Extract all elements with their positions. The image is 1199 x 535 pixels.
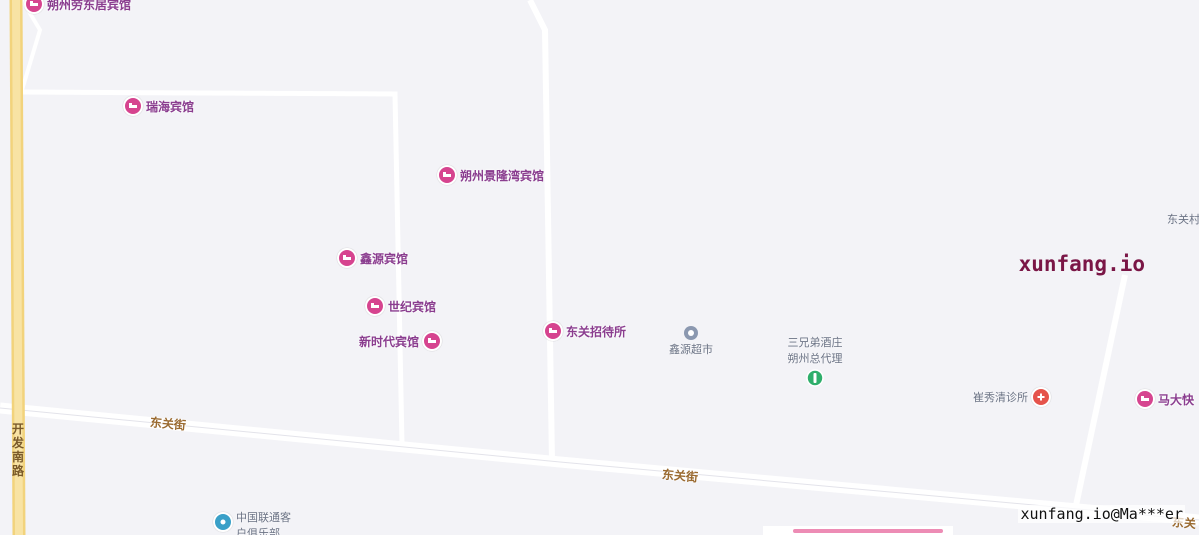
poi-label: 朔州劳东居宾馆 <box>47 0 132 12</box>
poi-hotel[interactable]: 世纪宾馆 <box>365 296 436 316</box>
local-road-vertical <box>527 0 555 463</box>
hotel-icon <box>123 96 143 116</box>
poi-label: 鑫源超市 <box>669 343 713 356</box>
poi-label: 新时代宾馆 <box>359 334 420 349</box>
hotel-icon <box>1135 389 1155 409</box>
road-label-east-street: 东关街 <box>661 467 699 485</box>
poi-label: 东关招待所 <box>566 324 627 339</box>
poi-clinic[interactable]: 崔秀清诊所 <box>973 387 1051 407</box>
poi-label: 崔秀清诊所 <box>973 391 1028 404</box>
watermark-bottom: xunfang.io@Ma***er <box>1018 505 1185 523</box>
shop-icon <box>806 369 824 387</box>
poi-label-line1: 三兄弟酒庄 <box>787 336 843 349</box>
poi-hotel[interactable]: 朔州景隆湾宾馆 <box>437 165 544 185</box>
map-canvas[interactable]: 朔州劳东居宾馆 瑞海宾馆 朔州景隆湾宾馆 鑫源宾馆 世纪宾馆 新时代宾馆 东关招… <box>0 0 1199 535</box>
poi-hotel[interactable]: 朔州劳东居宾馆 <box>24 0 131 14</box>
poi-hotel[interactable]: 马大快 <box>1135 389 1194 409</box>
poi-market[interactable]: 鑫源超市 <box>665 325 717 357</box>
clinic-icon <box>1031 387 1051 407</box>
poi-label: 鑫源宾馆 <box>360 251 409 266</box>
road-label-partial: 东关村 <box>1167 213 1199 226</box>
hotel-icon <box>365 296 385 316</box>
poi-telecom-club[interactable]: 中国联通客 户俱乐部 <box>213 509 291 535</box>
poi-label-line2: 户俱乐部 <box>236 527 280 535</box>
location-icon <box>683 325 699 341</box>
poi-label: 朔州景隆湾宾馆 <box>460 168 545 183</box>
poi-hotel[interactable]: 瑞海宾馆 <box>123 96 194 116</box>
hotel-icon <box>24 0 44 14</box>
hotel-icon <box>437 165 457 185</box>
bottom-overlay-strip <box>763 526 953 535</box>
local-road-right <box>1072 274 1128 511</box>
poi-label: 瑞海宾馆 <box>146 99 195 114</box>
hotel-icon <box>422 331 443 351</box>
poi-hotel[interactable]: 新时代宾馆 <box>359 331 443 351</box>
poi-label: 世纪宾馆 <box>388 299 437 314</box>
poi-liquor-store[interactable]: 三兄弟酒庄 朔州总代理 <box>780 334 850 387</box>
local-road-block-outline <box>21 89 405 446</box>
poi-hotel[interactable]: 鑫源宾馆 <box>337 248 408 268</box>
hotel-icon <box>543 321 563 341</box>
road-label-east-street: 东关街 <box>149 415 187 433</box>
poi-hotel[interactable]: 东关招待所 <box>543 321 626 341</box>
poi-label-line1: 中国联通客 <box>236 511 291 524</box>
watermark: xunfang.io <box>1018 252 1145 276</box>
poi-label: 马大快 <box>1158 392 1195 407</box>
hotel-icon <box>337 248 357 268</box>
telecom-icon <box>213 512 233 532</box>
road-label-kaifa-south: 开发南路 <box>11 422 24 478</box>
poi-label-line2: 朔州总代理 <box>787 352 843 365</box>
